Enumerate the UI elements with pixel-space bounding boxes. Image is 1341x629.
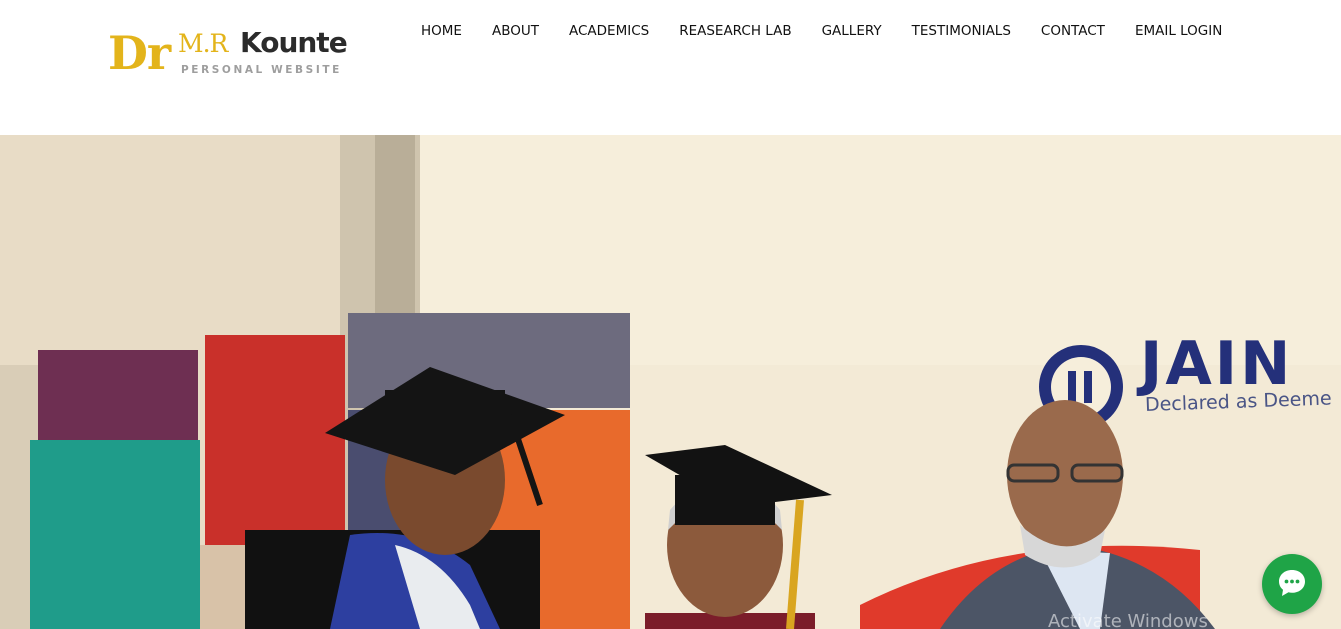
site-header: Dr M.R Kounte PERSONAL WEBSITE HOME ABOU… [0,0,1341,135]
windows-activation-watermark: Activate Windows [1048,611,1208,629]
chat-widget-button[interactable] [1262,554,1322,614]
site-logo[interactable]: Dr M.R Kounte PERSONAL WEBSITE [108,26,348,82]
banner-brand-text: JAIN [1140,329,1294,399]
main-nav: HOME ABOUT ACADEMICS REASEARCH LAB GALLE… [406,21,1237,41]
nav-item-home[interactable]: HOME [406,21,477,41]
nav-item-testimonials[interactable]: TESTIMONIALS [897,21,1026,41]
hero-slider: JAIN Declared as Deeme Activate Windows [0,135,1341,629]
nav-item-contact[interactable]: CONTACT [1026,21,1120,41]
logo-initials: M.R [178,29,228,58]
logo-dr-text: Dr [108,26,171,80]
logo-tagline: PERSONAL WEBSITE [181,64,342,76]
nav-item-research-lab[interactable]: REASEARCH LAB [664,21,806,41]
chat-bubble-icon [1279,570,1305,596]
logo-surname: Kounte [240,26,348,59]
nav-item-email-login[interactable]: EMAIL LOGIN [1120,21,1237,41]
nav-item-academics[interactable]: ACADEMICS [554,21,664,41]
nav-item-about[interactable]: ABOUT [477,21,554,41]
nav-item-gallery[interactable]: GALLERY [807,21,897,41]
